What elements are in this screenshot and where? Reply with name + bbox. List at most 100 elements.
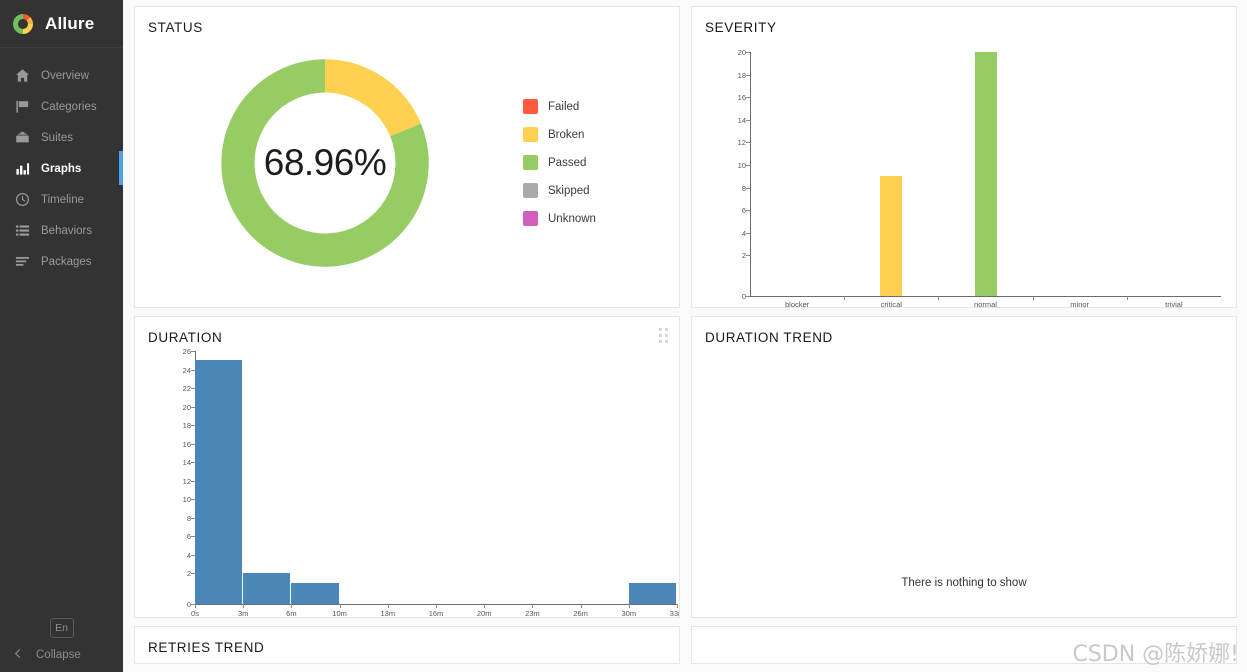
legend-swatch-failed [523,99,538,114]
bar [291,582,340,604]
x-tick [436,604,437,608]
y-tick [746,165,750,166]
bar [628,582,677,604]
y-axis [750,52,751,296]
brand[interactable]: Allure [0,0,123,48]
app-root: Allure Overview Categories Suites Graphs… [0,0,1247,672]
panel-title: DURATION [148,330,223,345]
legend-item-unknown[interactable]: Unknown [523,211,596,226]
brand-name: Allure [45,13,95,33]
y-tick [746,52,750,53]
x-tick [677,604,678,608]
y-tick [746,232,750,234]
duration-chart[interactable]: 0 2 4 6 8 10 12 14 16 18 20 22 24 26 0s 3m 6m 10m 13m 16m 20… [167,347,679,618]
x-tick-label: trivial [1165,300,1183,308]
x-tick-label: 6m [286,609,297,618]
y-tick-label: 10 [182,495,191,505]
bar [195,360,244,604]
legend-item-broken[interactable]: Broken [523,127,596,142]
y-tick [746,255,750,257]
status-panel: STATUS 68.96% Failed Broken Passed Skipp… [134,6,680,308]
x-tick [580,604,582,608]
y-tick-label: 4 [741,228,746,238]
y-tick-label: 4 [186,550,191,560]
x-axis [750,296,1221,297]
legend-swatch-broken [523,127,538,142]
sidebar-item-suites[interactable]: Suites [0,122,123,153]
bar-chart-icon [14,161,30,177]
x-tick [291,604,293,608]
collapse-label: Collapse [36,649,81,661]
briefcase-icon [14,130,30,146]
x-tick-label: 16m [428,609,444,618]
x-tick [1126,296,1128,300]
sidebar-item-label: Suites [41,131,73,144]
sidebar-item-label: Behaviors [41,224,93,237]
legend-item-passed[interactable]: Passed [523,155,596,170]
sidebar-item-categories[interactable]: Categories [0,91,123,122]
severity-chart[interactable]: 0 2 4 6 8 10 12 14 16 18 20 blocker critical normal mi… [726,48,1221,308]
clock-icon [14,192,30,208]
sidebar-item-label: Categories [41,100,97,113]
sidebar-nav: Overview Categories Suites Graphs Timeli… [0,60,123,277]
x-tick [484,604,486,608]
bar [880,176,903,296]
legend-label: Unknown [548,212,596,225]
collapse-button[interactable]: Collapse [0,648,123,662]
x-tick [195,604,196,608]
retries-trend-panel: RETRIES TREND [134,626,680,664]
language-button[interactable]: En [49,618,74,638]
y-tick [746,296,750,297]
list-icon [14,223,30,239]
legend-item-skipped[interactable]: Skipped [523,183,596,198]
legend-swatch-passed [523,155,538,170]
y-tick [746,74,750,76]
y-tick-label: 26 [182,347,191,356]
legend-swatch-unknown [523,211,538,226]
empty-message: There is nothing to show [901,577,1027,589]
layers-icon [14,254,30,270]
y-tick-label: 22 [182,384,191,394]
y-tick-label: 6 [186,532,191,542]
sidebar-item-overview[interactable]: Overview [0,60,123,91]
legend-label: Failed [548,100,580,113]
legend-label: Broken [548,128,585,141]
sidebar-footer: En Collapse [0,618,123,672]
sidebar-item-packages[interactable]: Packages [0,246,123,277]
y-tick-label: 8 [741,183,746,193]
x-tick [339,604,341,608]
sidebar-item-label: Graphs [41,162,82,175]
y-tick-label: 0 [741,292,746,301]
y-tick-label: 16 [737,93,746,103]
sidebar-item-graphs[interactable]: Graphs [0,151,123,185]
y-tick [746,142,750,144]
legend-item-failed[interactable]: Failed [523,99,596,114]
y-tick-label: 6 [741,206,746,216]
sidebar-item-behaviors[interactable]: Behaviors [0,215,123,246]
sidebar-item-label: Packages [41,255,92,268]
drag-handle-icon[interactable] [659,328,668,343]
donut-chart[interactable]: 68.96% [135,37,515,289]
x-tick-label: 30m [621,609,637,618]
y-tick-label: 18 [182,421,191,431]
x-tick-label: 0s [191,609,199,618]
sidebar-item-label: Timeline [41,193,85,206]
x-tick-label: critical [880,300,902,308]
sidebar-item-label: Overview [41,69,89,82]
legend-label: Skipped [548,184,590,197]
status-chart: 68.96% Failed Broken Passed Skipped Unkn… [135,35,679,290]
allure-logo-icon [11,12,35,36]
duration-panel: DURATION 0 2 4 6 8 10 12 14 16 18 20 22 24 26 0s 3m 6m 10… [134,316,680,618]
panel-title: RETRIES TREND [148,640,265,655]
y-tick-label: 16 [182,439,191,449]
sidebar-item-timeline[interactable]: Timeline [0,184,123,215]
x-tick-label: 23m [525,609,540,618]
panel-title: SEVERITY [705,20,777,35]
panel-title: STATUS [148,20,203,35]
y-tick-label: 18 [737,70,746,80]
y-tick [191,351,195,352]
x-tick [532,604,534,608]
x-tick-label: 10m [332,609,347,618]
y-tick-label: 24 [182,365,191,375]
x-tick-label: 33m [669,609,679,618]
